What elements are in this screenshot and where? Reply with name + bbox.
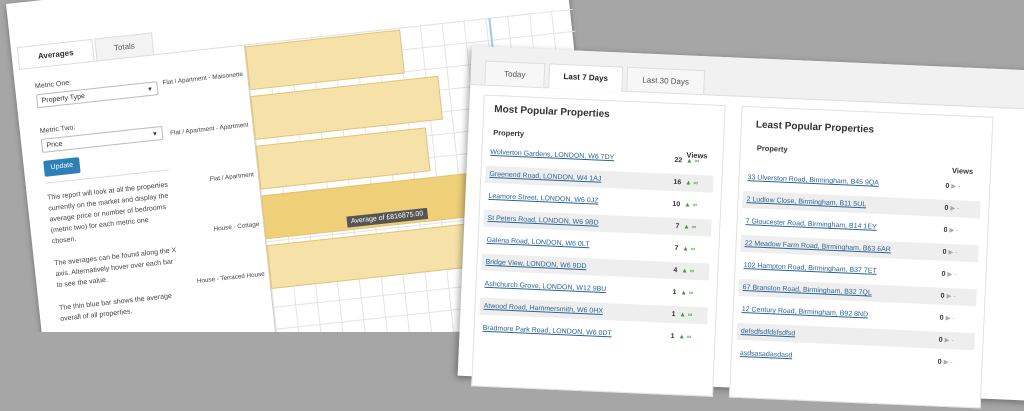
view-count: 0 bbox=[938, 336, 943, 344]
property-link[interactable]: 67 Branston Road, Birmingham, B32 7QL bbox=[742, 279, 872, 302]
report-description-3: The thin blue bar shows the average over… bbox=[58, 292, 173, 323]
view-count: 0 bbox=[937, 358, 942, 366]
trend-flat-icon: ▶ - bbox=[950, 205, 960, 213]
property-link[interactable]: 7 Gloucester Road, Birmingham, B14 1EY bbox=[745, 213, 877, 236]
trend-flat-icon: ▶ - bbox=[944, 336, 954, 345]
trend-flat-icon: ▶ - bbox=[947, 270, 957, 279]
metric-one-label: Metric One: bbox=[34, 79, 72, 91]
property-link[interactable]: Bradmore Park Road, LONDON, W6 0DT bbox=[482, 320, 612, 343]
property-link[interactable]: 22 Meadow Farm Road, Birmingham, B63 6AR bbox=[744, 235, 891, 258]
view-count: 1 bbox=[672, 288, 677, 297]
most-popular-title: Most Popular Properties bbox=[494, 104, 610, 121]
view-count: 10 bbox=[672, 200, 681, 209]
property-link[interactable]: Leamore Street, LONDON, W6 0JZ bbox=[488, 188, 599, 210]
trend-up-icon: ▲ ∞ bbox=[683, 223, 697, 231]
view-count: 22 bbox=[674, 156, 683, 165]
property-link[interactable]: asdsasadasdasd bbox=[739, 345, 793, 364]
least-popular-title: Least Popular Properties bbox=[755, 119, 875, 136]
view-count: 0 bbox=[945, 182, 950, 190]
view-count: 0 bbox=[939, 314, 944, 322]
property-link[interactable]: 12 Century Road, Birmingham, B92 8ND bbox=[741, 301, 869, 323]
view-count: 16 bbox=[673, 178, 682, 187]
view-count: 1 bbox=[670, 332, 675, 341]
view-count: 0 bbox=[943, 226, 948, 234]
property-link[interactable]: St Peters Road, LONDON, W6 9BD bbox=[487, 210, 599, 232]
update-button[interactable]: Update bbox=[43, 157, 81, 177]
trend-flat-icon: ▶ - bbox=[943, 358, 953, 367]
category-label: Flat / Apartment bbox=[209, 171, 255, 184]
trend-flat-icon: ▶ - bbox=[951, 183, 961, 191]
metric-two-label: Metric Two: bbox=[39, 124, 76, 136]
table-row: Bradmore Park Road, LONDON, W6 0DT 1 ▲ ∞ bbox=[478, 320, 707, 347]
view-count: 1 bbox=[671, 310, 676, 319]
view-count: 0 bbox=[942, 248, 947, 256]
trend-up-icon: ▲ ∞ bbox=[681, 267, 695, 275]
views-column-header: Views bbox=[951, 166, 974, 176]
category-label: Flat / Apartment - Maisonette bbox=[162, 70, 244, 87]
property-link[interactable]: 33 Ulverston Road, Birmingham, B45 9QA bbox=[747, 169, 879, 192]
property-link[interactable]: defsdfsdfdsfsdfsd bbox=[740, 323, 796, 342]
report-description-1: This report will look at all the propert… bbox=[46, 181, 169, 246]
tab-last-7-days[interactable]: Last 7 Days bbox=[548, 63, 624, 92]
tab-last-30-days[interactable]: Last 30 Days bbox=[626, 66, 706, 95]
trend-flat-icon: ▶ - bbox=[945, 314, 955, 323]
trend-up-icon: ▲ ∞ bbox=[685, 179, 699, 187]
tab-today[interactable]: Today bbox=[484, 60, 546, 88]
popular-properties-panel: Today Last 7 Days Last 30 Days Most Popu… bbox=[346, 46, 1024, 409]
property-link[interactable]: Wolverton Gardens, LONDON, W6 7DY bbox=[490, 144, 615, 166]
trend-up-icon: ▲ ∞ bbox=[680, 289, 694, 297]
trend-flat-icon: ▶ - bbox=[948, 248, 958, 257]
trend-up-icon: ▲ ∞ bbox=[686, 157, 700, 166]
property-link[interactable]: Galena Road, LONDON, W6 0LT bbox=[486, 232, 590, 253]
category-label: Flat / Apartment - Apartment bbox=[169, 121, 249, 138]
metric-two-value: Price bbox=[46, 140, 63, 150]
trend-up-icon: ▲ ∞ bbox=[678, 333, 692, 341]
view-count: 7 bbox=[675, 223, 680, 231]
report-tabs: Averages Totals bbox=[16, 32, 155, 70]
property-link[interactable]: Greenend Road, LONDON, W4 1AJ bbox=[489, 166, 602, 188]
property-link[interactable]: 2 Ludlow Close, Birmingham, B11 5UL bbox=[746, 191, 866, 213]
view-count: 7 bbox=[674, 245, 679, 253]
property-column-header: Property bbox=[493, 128, 525, 139]
most-popular-card: Most Popular Properties Property Views W… bbox=[471, 94, 726, 397]
view-count: 0 bbox=[944, 204, 949, 212]
metric-one-value: Property Type bbox=[41, 93, 86, 105]
trend-up-icon: ▲ ∞ bbox=[679, 311, 693, 319]
table-row: asdsasadasdasd 0 ▶ - bbox=[735, 345, 974, 372]
property-link[interactable]: Ashchurch Grove, LONDON, W12 9BU bbox=[484, 276, 606, 298]
trend-flat-icon: ▶ - bbox=[949, 227, 959, 235]
view-count: 4 bbox=[673, 267, 678, 275]
trend-up-icon: ▲ ∞ bbox=[682, 245, 696, 253]
property-link[interactable]: 102 Hampton Road, Birmingham, B37 7ET bbox=[743, 257, 877, 280]
property-column-header: Property bbox=[756, 143, 788, 154]
property-link[interactable]: Atwood Road, Hammersmith, W6 0HX bbox=[483, 298, 604, 320]
view-count: 0 bbox=[941, 270, 946, 278]
report-description-2: The averages can be found along the X ax… bbox=[53, 247, 177, 290]
trend-up-icon: ▲ ∞ bbox=[684, 201, 698, 209]
least-popular-card: Least Popular Properties Property Views … bbox=[728, 105, 994, 409]
view-count: 0 bbox=[940, 292, 945, 300]
property-link[interactable]: Bridge View, LONDON, W6 9DD bbox=[485, 254, 587, 275]
trend-flat-icon: ▶ - bbox=[946, 292, 956, 301]
